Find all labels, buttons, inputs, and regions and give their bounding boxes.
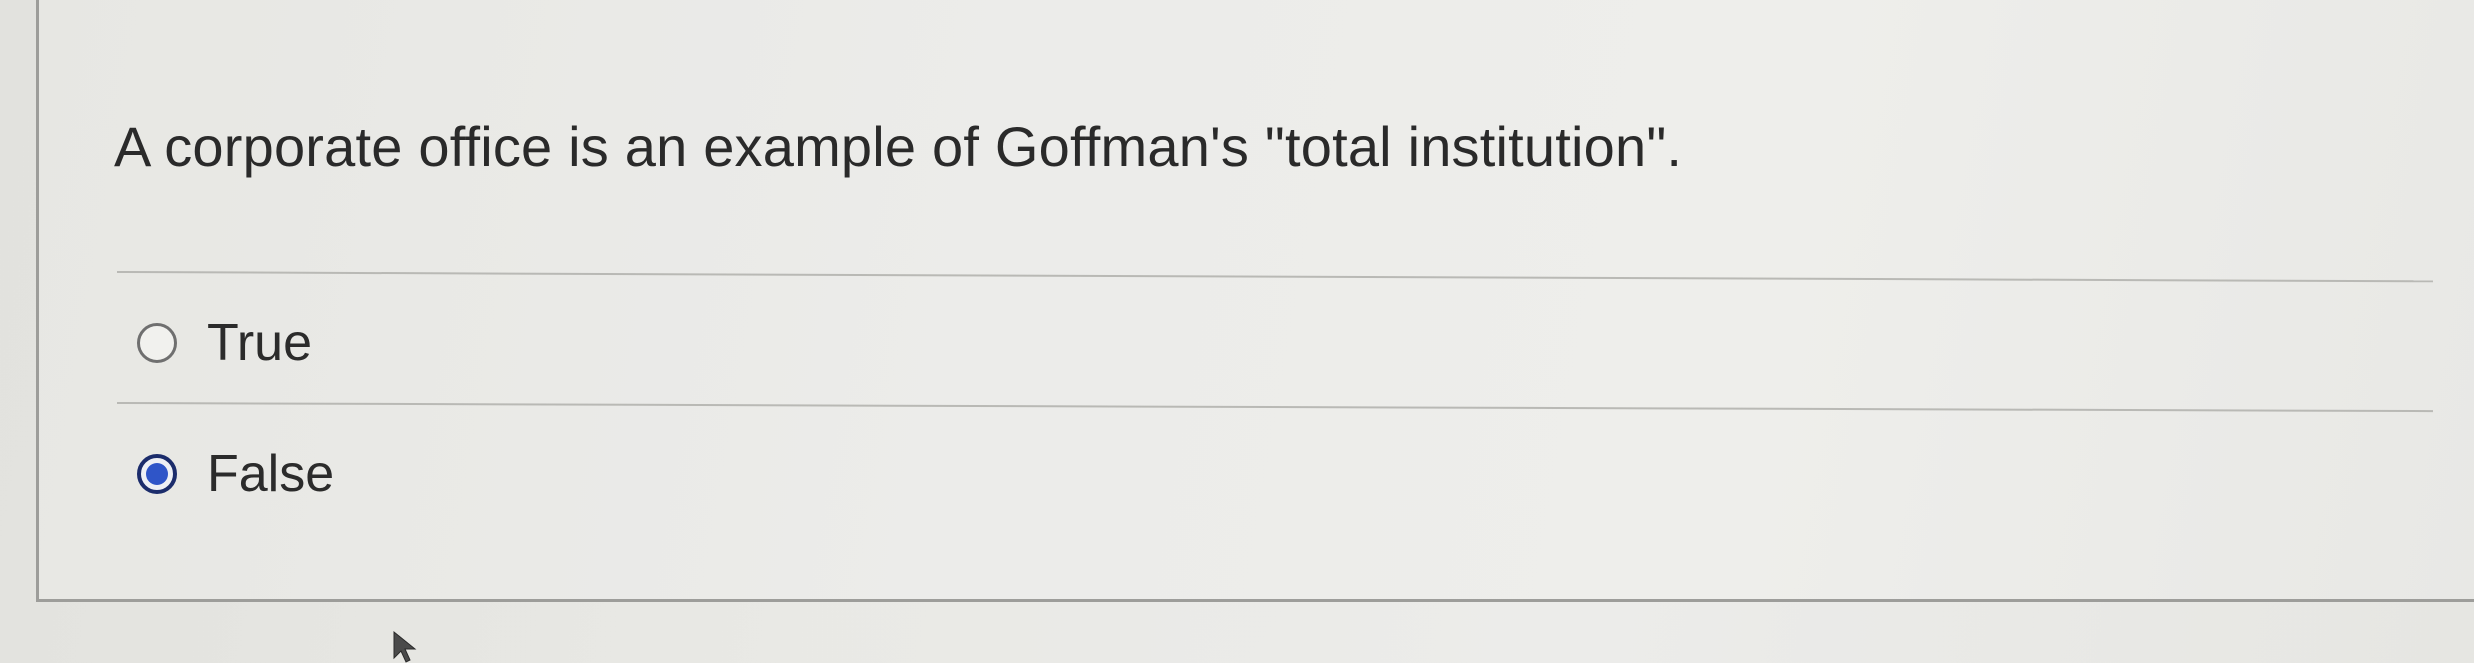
radio-selected-dot <box>146 463 168 485</box>
question-text: A corporate office is an example of Goff… <box>114 115 1683 178</box>
radio-button-true[interactable] <box>137 323 177 363</box>
option-false[interactable]: False <box>137 439 334 509</box>
radio-button-false[interactable] <box>137 454 177 494</box>
divider <box>116 271 2433 283</box>
option-false-label: False <box>207 445 335 503</box>
divider <box>116 402 2433 413</box>
question-card: A corporate office is an example of Goff… <box>36 0 2474 602</box>
option-true-label: True <box>207 314 312 372</box>
option-true[interactable]: True <box>137 308 312 378</box>
mouse-pointer-icon <box>393 630 417 663</box>
